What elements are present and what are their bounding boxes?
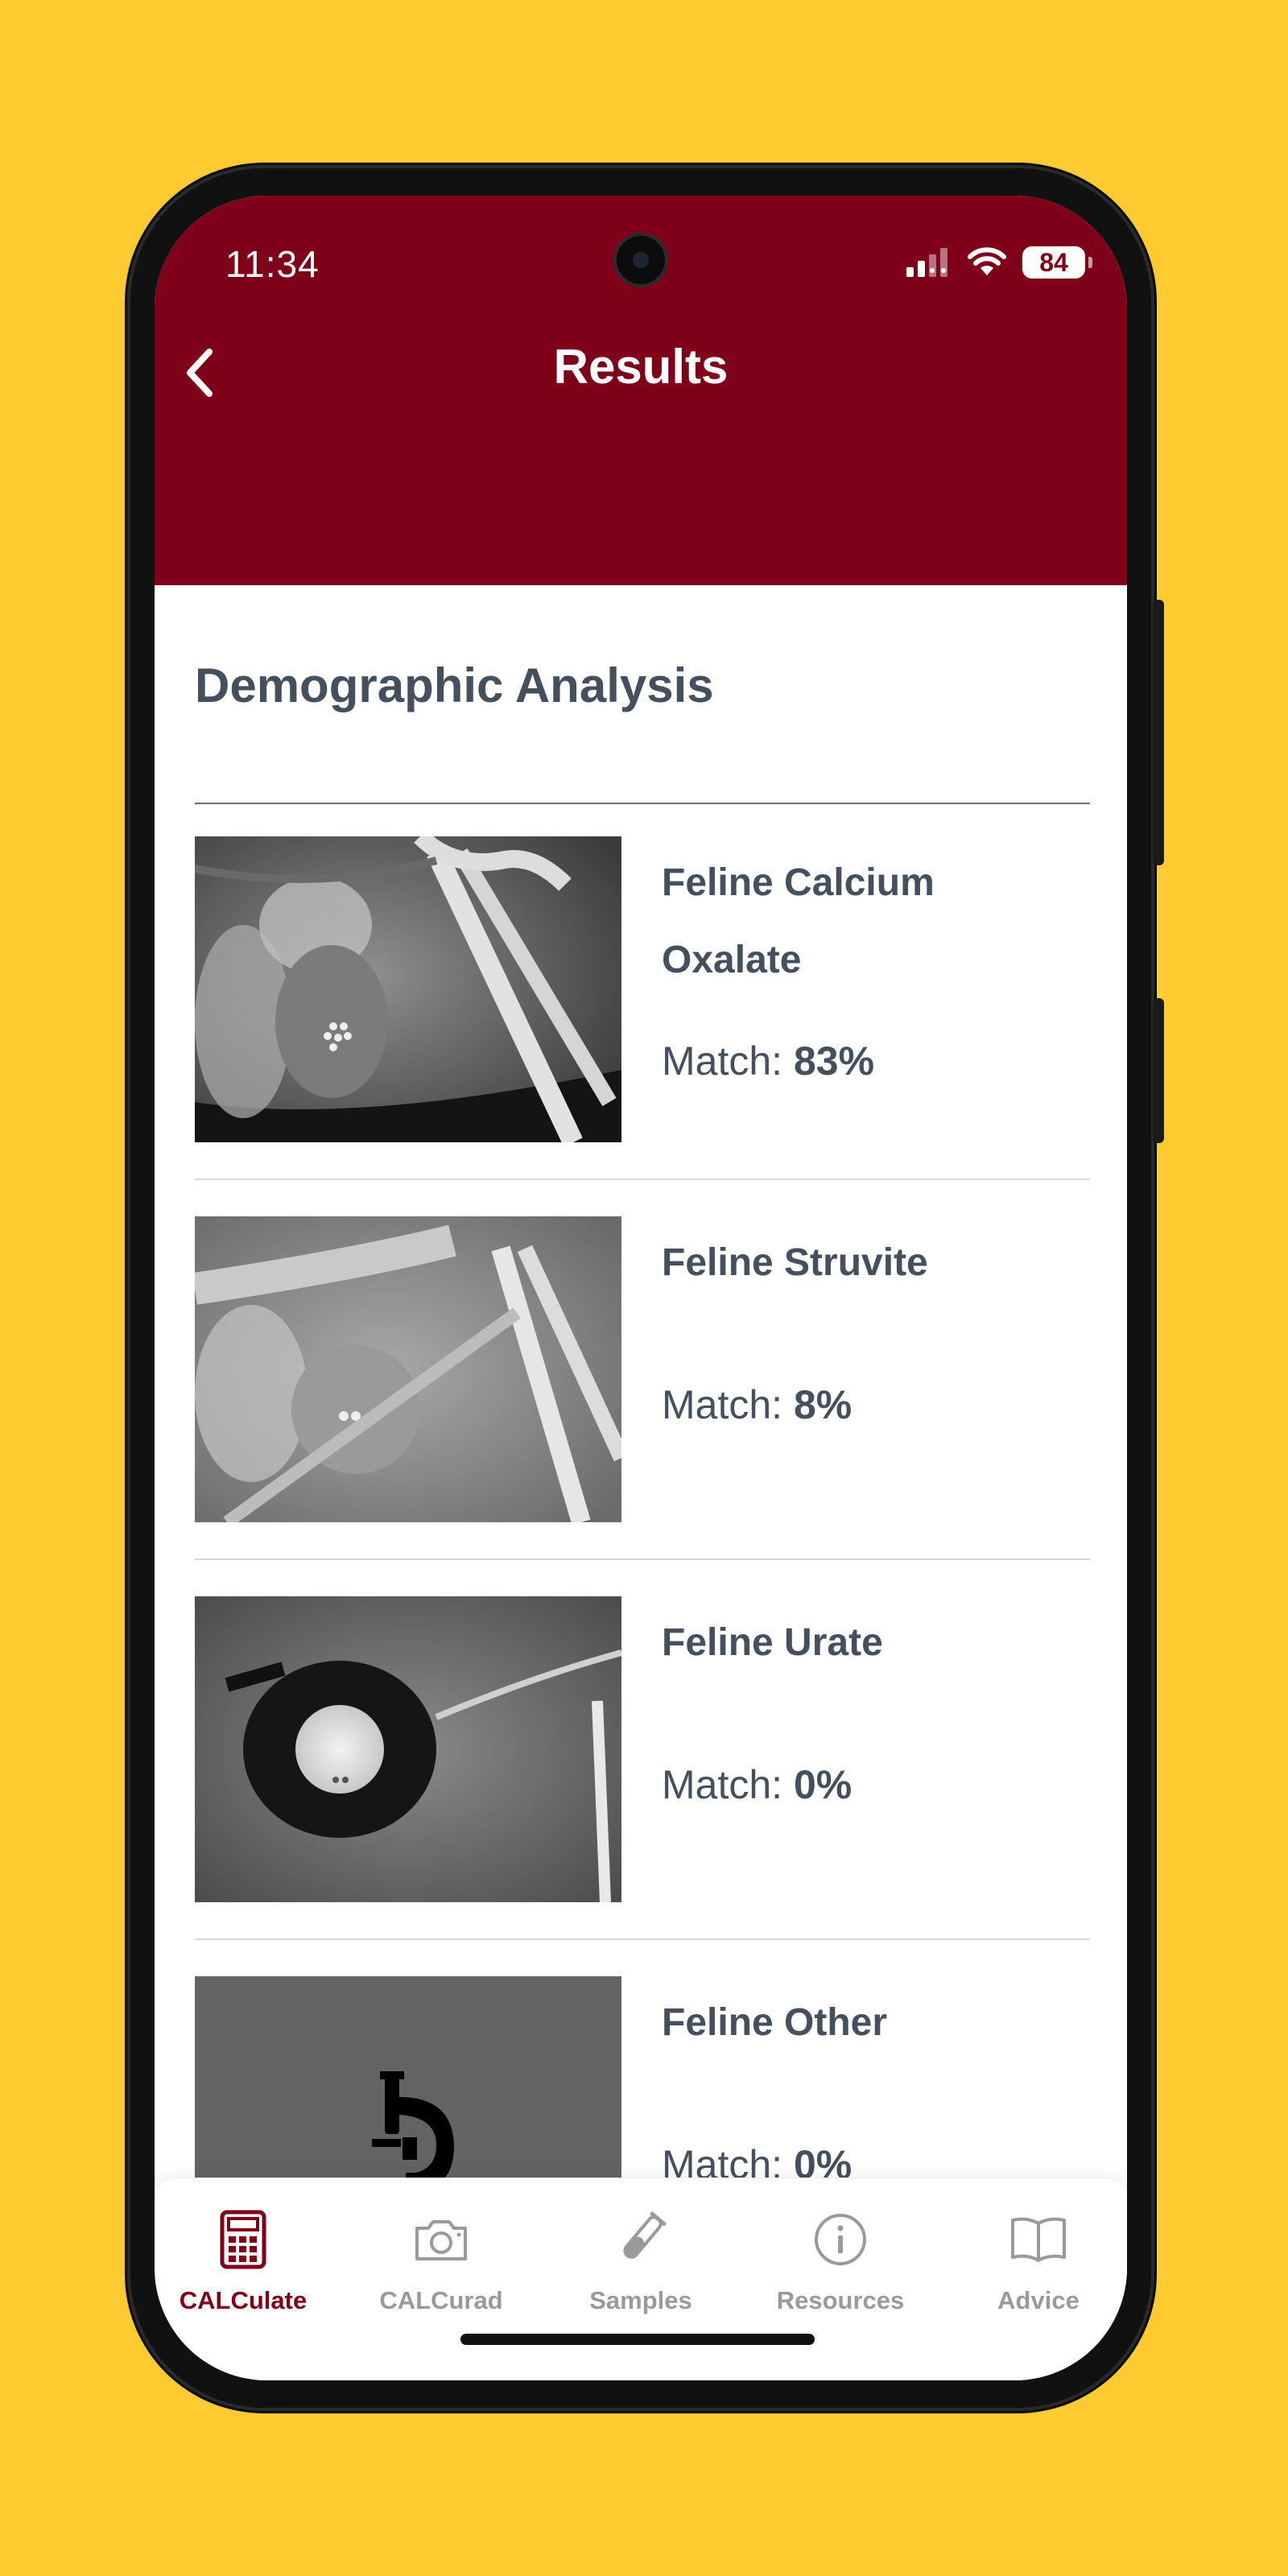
divider xyxy=(195,803,1090,804)
result-item-calcium-oxalate[interactable]: Feline Calcium Oxalate Match: 83% xyxy=(195,836,1090,1216)
tab-label: CALCulate xyxy=(179,2286,308,2314)
tab-label: Advice xyxy=(997,2286,1080,2314)
book-icon xyxy=(1011,2217,1066,2262)
match-label: Match: xyxy=(662,1762,783,1807)
match-label: Match: xyxy=(662,1038,783,1084)
tab-label: Resources xyxy=(776,2286,905,2314)
cellular-signal-icon xyxy=(906,248,947,277)
xray-image xyxy=(195,836,621,1142)
app-screen: 11:34 84 Results Demographic Analysis Fe… xyxy=(155,196,1127,2380)
info-icon xyxy=(815,2214,866,2265)
tab-calcurad[interactable]: CALCurad xyxy=(353,2209,530,2315)
match-label: Match: xyxy=(662,1382,783,1427)
divider xyxy=(195,1558,1090,1560)
tab-label: Samples xyxy=(589,2286,692,2314)
calculator-icon xyxy=(220,2210,266,2269)
match-value: 0% xyxy=(793,1762,852,1807)
test-tube-icon xyxy=(623,2211,667,2259)
tab-calculate[interactable]: CALCulate xyxy=(155,2209,332,2315)
wifi-icon xyxy=(968,247,1006,275)
camera-icon xyxy=(415,2220,467,2260)
result-item-struvite[interactable]: Feline Struvite Match: 8% xyxy=(195,1216,1090,1596)
result-name: Feline Urate xyxy=(662,1621,883,1664)
section-title: Demographic Analysis xyxy=(195,658,714,712)
result-name: Feline Other xyxy=(662,2001,888,2044)
result-name: Feline Struvite xyxy=(662,1241,928,1284)
result-match: Match: 8% xyxy=(662,1381,852,1428)
tab-label: CALCurad xyxy=(379,2286,503,2314)
power-button xyxy=(1153,998,1164,1143)
home-indicator[interactable] xyxy=(460,2334,815,2345)
app-header: 11:34 84 Results xyxy=(155,196,1127,585)
xray-image xyxy=(195,1596,621,1902)
page-title: Results xyxy=(553,340,729,394)
battery-indicator: 84 xyxy=(1022,246,1092,279)
volume-button xyxy=(1153,600,1164,865)
match-value: 8% xyxy=(793,1382,852,1427)
divider xyxy=(195,1938,1090,1940)
result-name: Feline Calcium Oxalate xyxy=(662,861,935,981)
divider xyxy=(195,1179,1090,1180)
match-value: 83% xyxy=(793,1038,875,1084)
tab-samples[interactable]: Samples xyxy=(552,2209,729,2315)
status-time: 11:34 xyxy=(225,243,320,285)
result-match: Match: 83% xyxy=(662,1038,874,1084)
xray-image xyxy=(195,1216,621,1522)
phone-frame: 11:34 84 Results Demographic Analysis Fe… xyxy=(127,165,1164,2411)
result-item-urate[interactable]: Feline Urate Match: 0% xyxy=(195,1596,1090,1976)
bottom-tab-bar: CALCulate CALCurad Samples Resources Adv… xyxy=(155,2178,1127,2380)
tab-advice[interactable]: Advice xyxy=(950,2209,1127,2315)
tab-resources[interactable]: Resources xyxy=(752,2209,929,2315)
front-camera xyxy=(617,236,665,284)
status-icons: 84 xyxy=(905,244,1092,281)
result-match: Match: 0% xyxy=(662,1761,852,1808)
